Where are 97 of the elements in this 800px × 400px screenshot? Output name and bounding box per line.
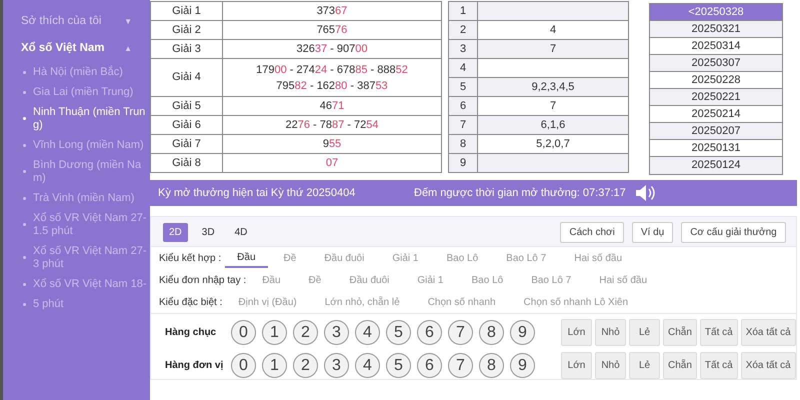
prize-label: Giải 1 — [150, 2, 222, 20]
bullet-icon — [23, 223, 26, 226]
draw-date-item[interactable]: 20250124 — [650, 157, 782, 174]
result-numbers: 955 — [222, 134, 442, 154]
dimension-tab[interactable]: 4D — [228, 223, 254, 242]
digit-ball[interactable]: 5 — [386, 320, 411, 345]
dimension-tab[interactable]: 3D — [196, 223, 221, 242]
digit-ball[interactable]: 3 — [324, 353, 349, 378]
digit-label: 7 — [448, 116, 478, 134]
result-numbers: 17900 - 27424 - 67885 - 88852 79582 - 16280 - 38753 — [222, 58, 442, 96]
info-button[interactable]: Ví dụ — [632, 222, 674, 243]
quick-select-button[interactable]: Nhỏ — [595, 319, 626, 346]
digit-ball[interactable]: 6 — [417, 353, 442, 378]
mode-label: Kiểu đơn nhập tay : — [159, 274, 246, 288]
digit-ball[interactable]: 8 — [479, 353, 504, 378]
bullet-icon — [23, 144, 26, 146]
bullet-icon — [23, 196, 26, 200]
result-numbers: 2276 - 7887 - 7254 — [222, 116, 442, 134]
bullet-icon — [23, 90, 26, 94]
info-button[interactable]: Cách chơi — [560, 222, 624, 243]
quick-select-button[interactable]: Xóa tất cả — [740, 352, 796, 379]
digit-ball[interactable]: 0 — [231, 353, 256, 378]
digit-ball[interactable]: 9 — [510, 353, 535, 378]
current-draw-text: Kỳ mở thưởng hiện tai Kỳ thứ 20250404 — [158, 186, 356, 201]
bullet-icon — [23, 302, 26, 306]
mode-option[interactable]: Đầu — [225, 248, 268, 268]
quick-select-button[interactable]: Lớn — [561, 319, 592, 346]
mode-label: Kiểu kết hợp : — [159, 252, 222, 266]
digit-ball[interactable]: 0 — [231, 320, 256, 345]
digit-ball[interactable]: 8 — [479, 320, 504, 345]
digit-label: 9 — [448, 154, 478, 172]
picker-label: Hàng chục — [165, 326, 218, 340]
digit-ball[interactable]: 4 — [355, 353, 380, 378]
quick-select-button[interactable]: Tất cả — [700, 319, 738, 346]
quick-select-button[interactable]: Xóa tất cả — [740, 319, 796, 346]
countdown-text: Đếm ngược thời gian mở thưởng: 07:37:17 — [414, 186, 626, 201]
digit-ball[interactable]: 7 — [448, 353, 473, 378]
result-numbers: 37367 — [222, 2, 442, 20]
sidebar-item[interactable]: Ninh Thuận (miền Trung) — [33, 106, 150, 132]
draw-date-item[interactable]: 20250307 — [650, 55, 782, 72]
prize-label: Giải 8 — [150, 154, 222, 172]
bullet-icon — [23, 70, 26, 74]
quick-select-button[interactable]: Tất cả — [700, 352, 738, 379]
result-numbers: 07 — [222, 154, 442, 172]
prize-label: Giải 3 — [150, 40, 222, 58]
caret-icon: ▲ — [124, 42, 132, 55]
result-numbers: 32637 - 90700 — [222, 40, 442, 58]
digit-label: 3 — [448, 40, 478, 58]
digit-ball[interactable]: 6 — [417, 320, 442, 345]
table-cell: 6,1,6 — [478, 116, 628, 134]
info-button[interactable]: Cơ cấu giải thưởng — [681, 222, 786, 243]
quick-select-button[interactable]: Chẵn — [663, 319, 697, 346]
group-label: Sở thích của tôi — [21, 14, 102, 29]
table-cell: 7 — [478, 40, 628, 58]
prize-label: Giải 5 — [150, 96, 222, 116]
digit-label: 4 — [448, 58, 478, 78]
picker-label: Hàng đơn vị — [165, 359, 224, 373]
bullet-icon — [23, 256, 26, 259]
group-label: Xổ số Việt Nam — [21, 40, 105, 56]
mode-label: Kiểu đặc biệt : — [159, 296, 222, 310]
result-numbers: 4671 — [222, 96, 442, 116]
quick-select-button[interactable]: Lẻ — [629, 352, 660, 379]
digit-label: 6 — [448, 96, 478, 116]
digit-ball[interactable]: 1 — [262, 320, 287, 345]
digit-ball[interactable]: 2 — [293, 320, 318, 345]
quick-select-button[interactable]: Chẵn — [663, 352, 697, 379]
digit-label: 8 — [448, 134, 478, 154]
digit-ball[interactable]: 4 — [355, 320, 380, 345]
digit-ball[interactable]: 3 — [324, 320, 349, 345]
draw-date-item[interactable]: <20250328 — [650, 4, 782, 21]
caret-icon: ▼ — [124, 16, 132, 28]
draw-date-item[interactable]: 20250221 — [650, 89, 782, 106]
prize-label: Giải 6 — [150, 116, 222, 134]
bullet-icon — [23, 282, 26, 286]
digit-ball[interactable]: 1 — [262, 353, 287, 378]
prize-label: Giải 2 — [150, 20, 222, 40]
digit-label: 5 — [448, 78, 478, 96]
dimension-tab[interactable]: 2D — [163, 223, 188, 242]
digit-ball[interactable]: 7 — [448, 320, 473, 345]
draw-date-item[interactable]: 20250207 — [650, 123, 782, 140]
digit-label: 1 — [448, 2, 478, 20]
digit-label: 2 — [448, 20, 478, 40]
result-numbers: 76576 — [222, 20, 442, 40]
quick-select-button[interactable]: Nhỏ — [595, 352, 626, 379]
sidebar-group[interactable]: Xổ số Việt Nam ▲ — [17, 35, 150, 62]
quick-select-button[interactable]: Lẻ — [629, 319, 660, 346]
prize-label: Giải 4 — [150, 58, 222, 96]
table-cell: 9,2,3,4,5 — [478, 78, 628, 96]
draw-date-item[interactable]: 20250321 — [650, 21, 782, 38]
bullet-icon — [23, 117, 26, 120]
speaker-icon[interactable] — [634, 183, 656, 203]
digit-ball[interactable]: 9 — [510, 320, 535, 345]
digit-ball[interactable]: 5 — [386, 353, 411, 378]
prize-label: Giải 7 — [150, 134, 222, 154]
digit-ball[interactable]: 2 — [293, 353, 318, 378]
quick-select-button[interactable]: Lớn — [561, 352, 592, 379]
bullet-icon — [23, 170, 26, 173]
